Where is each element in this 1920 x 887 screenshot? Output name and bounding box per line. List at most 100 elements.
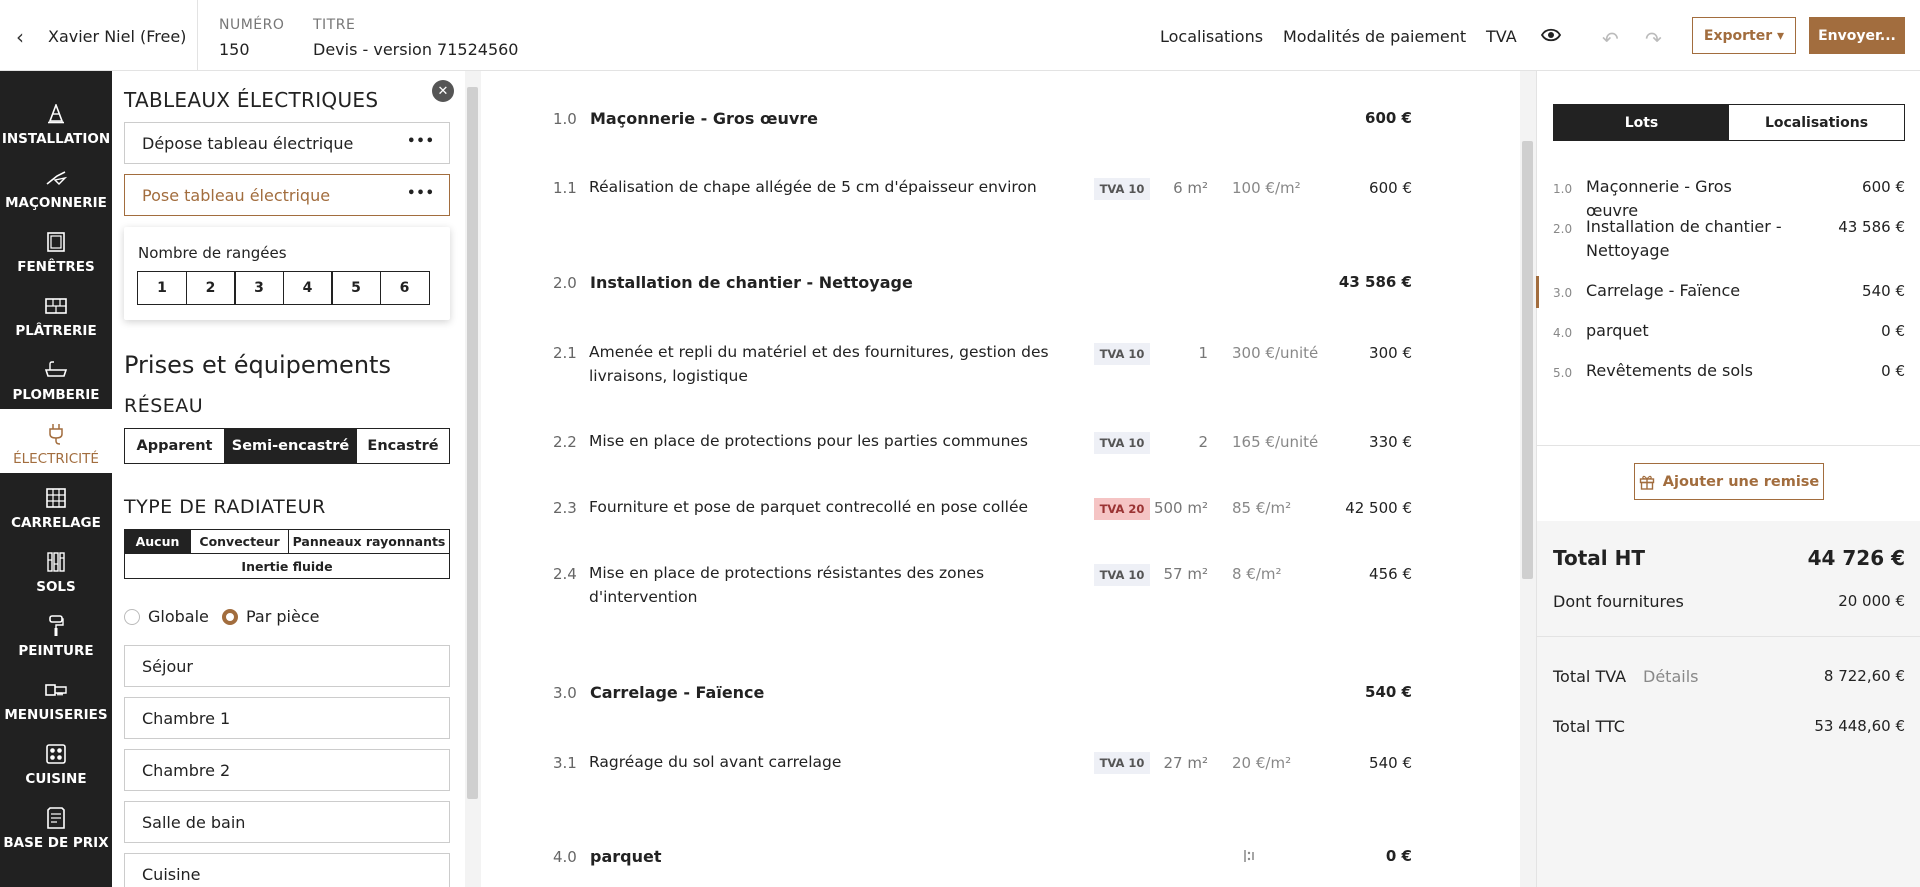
bathtub-icon <box>45 359 67 381</box>
line-quantity[interactable]: 27 m² <box>1128 754 1208 772</box>
line-quantity[interactable]: 500 m² <box>1128 499 1208 517</box>
lot-title[interactable]: Installation de chantier - Nettoyage <box>590 273 913 292</box>
nav-item-fenetres[interactable]: FENÊTRES <box>0 217 112 281</box>
close-icon[interactable]: ✕ <box>432 80 454 102</box>
line-description[interactable]: Ragréage du sol avant carrelage <box>589 750 1069 774</box>
radio-button[interactable] <box>124 608 140 625</box>
reseau-option-encastre[interactable]: Encastré <box>357 429 449 463</box>
drag-handle-icon[interactable] <box>1243 849 1255 863</box>
nav-item-platrerie[interactable]: PLÂTRERIE <box>0 281 112 345</box>
summary-lot-amount: 0 € <box>1881 322 1905 340</box>
radio-label: Par pièce <box>246 607 320 626</box>
line-number: 2.4 <box>553 565 577 583</box>
eye-icon[interactable] <box>1541 28 1561 42</box>
line-quantity[interactable]: 6 m² <box>1128 179 1208 197</box>
line-description[interactable]: Mise en place de protections pour les pa… <box>589 429 1069 453</box>
line-unit-price[interactable]: 85 €/m² <box>1232 499 1291 517</box>
nav-item-cuisine[interactable]: CUISINE <box>0 729 112 793</box>
rows-option[interactable]: 1 <box>137 271 187 305</box>
nav-item-maconnerie[interactable]: MAÇONNERIE <box>0 153 112 217</box>
lot-title[interactable]: parquet <box>590 847 661 866</box>
room-item[interactable]: Chambre 1 <box>124 697 450 739</box>
scope-radio-globale[interactable]: Globale <box>124 607 209 626</box>
top-header: ‹ Xavier Niel (Free) NUMÉRO 150 TITRE De… <box>0 0 1920 71</box>
titre-value[interactable]: Devis - version 71524560 <box>313 40 518 59</box>
export-button[interactable]: Exporter ▾ <box>1692 17 1796 54</box>
active-lot-marker <box>1536 276 1539 308</box>
back-arrow-icon[interactable]: ‹ <box>16 25 24 49</box>
scope-radio-par-piece[interactable]: Par pièce <box>222 607 319 626</box>
nav-item-sols[interactable]: SOLS <box>0 537 112 601</box>
nav-item-plomberie[interactable]: PLOMBERIE <box>0 345 112 409</box>
summary-lot-number: 5.0 <box>1553 366 1573 380</box>
total-ht-value: 44 726 € <box>1807 546 1905 570</box>
room-item[interactable]: Cuisine <box>124 853 450 887</box>
radiateur-option-aucun[interactable]: Aucun <box>125 530 191 553</box>
config-item-label: Dépose tableau électrique <box>142 133 354 153</box>
rows-option[interactable]: 4 <box>282 271 333 305</box>
add-discount-button[interactable]: Ajouter une remise <box>1634 463 1824 500</box>
line-unit-price[interactable]: 20 €/m² <box>1232 754 1291 772</box>
summary-lot-name[interactable]: parquet <box>1586 319 1786 343</box>
lot-title[interactable]: Maçonnerie - Gros œuvre <box>590 109 818 128</box>
line-quantity[interactable]: 2 <box>1128 433 1208 451</box>
rows-option[interactable]: 3 <box>234 271 284 305</box>
nav-item-menuiseries[interactable]: MENUISERIES <box>0 665 112 729</box>
radio-button[interactable] <box>222 608 238 625</box>
line-quantity[interactable]: 57 m² <box>1128 565 1208 583</box>
line-description[interactable]: Amenée et repli du matériel et des fourn… <box>589 340 1069 388</box>
reseau-option-semi-encastre[interactable]: Semi-encastré <box>225 429 357 463</box>
more-options-icon[interactable]: ••• <box>407 186 435 201</box>
line-description[interactable]: Réalisation de chape allégée de 5 cm d'é… <box>589 175 1069 199</box>
reseau-option-apparent[interactable]: Apparent <box>125 429 225 463</box>
room-item[interactable]: Chambre 2 <box>124 749 450 791</box>
summary-lot-name[interactable]: Installation de chantier - Nettoyage <box>1586 215 1786 263</box>
line-quantity[interactable]: 1 <box>1128 344 1208 362</box>
line-description[interactable]: Mise en place de protections résistantes… <box>589 561 1009 609</box>
config-scrollbar-thumb[interactable] <box>467 87 478 799</box>
config-item-depose-tableau[interactable]: Dépose tableau électrique ••• <box>124 122 450 164</box>
rows-option[interactable]: 6 <box>379 271 430 305</box>
nav-label: INSTALLATION <box>1 131 111 147</box>
nav-item-electricite[interactable]: ÉLECTRICITÉ <box>0 409 112 473</box>
numero-label: NUMÉRO <box>219 17 285 33</box>
line-unit-price[interactable]: 100 €/m² <box>1232 179 1301 197</box>
rows-option[interactable]: 5 <box>331 271 381 305</box>
line-description[interactable]: Fourniture et pose de parquet contrecoll… <box>589 495 1069 519</box>
room-item[interactable]: Salle de bain <box>124 801 450 843</box>
radiateur-option-inertie[interactable]: Inertie fluide <box>125 554 449 578</box>
line-unit-price[interactable]: 8 €/m² <box>1232 565 1282 583</box>
tva-link[interactable]: TVA <box>1486 27 1517 46</box>
localisations-link[interactable]: Localisations <box>1160 27 1263 46</box>
client-name[interactable]: Xavier Niel (Free) <box>48 27 186 46</box>
summary-lot-name[interactable]: Carrelage - Faïence <box>1586 279 1786 303</box>
room-item[interactable]: Séjour <box>124 645 450 687</box>
line-amount: 42 500 € <box>1345 499 1412 517</box>
lot-title[interactable]: Carrelage - Faïence <box>590 683 764 702</box>
nav-item-base-de-prix[interactable]: BASE DE PRIX <box>0 793 112 857</box>
lot-amount: 600 € <box>1365 109 1412 127</box>
radiateur-option-convecteur[interactable]: Convecteur <box>191 530 289 553</box>
nav-item-installation[interactable]: INSTALLATION <box>0 89 112 153</box>
undo-icon[interactable]: ↶ <box>1602 29 1619 49</box>
send-button[interactable]: Envoyer... <box>1809 17 1905 54</box>
summary-lot-amount: 540 € <box>1862 282 1905 300</box>
nav-item-carrelage[interactable]: CARRELAGE <box>0 473 112 537</box>
more-options-icon[interactable]: ••• <box>407 134 435 149</box>
rows-option[interactable]: 2 <box>185 271 236 305</box>
tab-lots[interactable]: Lots <box>1554 105 1729 140</box>
tva-details-link[interactable]: Détails <box>1643 667 1698 686</box>
tab-localisations[interactable]: Localisations <box>1729 105 1904 140</box>
main-scrollbar-thumb[interactable] <box>1522 141 1533 579</box>
config-item-label: Pose tableau électrique <box>142 185 331 205</box>
nav-item-peinture[interactable]: PEINTURE <box>0 601 112 665</box>
radiateur-option-panneaux[interactable]: Panneaux rayonnants <box>289 530 449 553</box>
rows-popover: Nombre de rangées 1 2 3 4 5 6 <box>124 227 450 320</box>
paint-roller-icon <box>45 615 67 637</box>
total-ttc-label: Total TTC <box>1553 717 1625 736</box>
modalites-paiement-link[interactable]: Modalités de paiement <box>1283 27 1466 46</box>
config-item-pose-tableau[interactable]: Pose tableau électrique ••• <box>124 174 450 216</box>
redo-icon[interactable]: ↷ <box>1645 29 1662 49</box>
summary-lot-name[interactable]: Revêtements de sols <box>1586 359 1786 383</box>
category-nav: INSTALLATION MAÇONNERIE FENÊTRES PLÂTRER… <box>0 71 112 887</box>
